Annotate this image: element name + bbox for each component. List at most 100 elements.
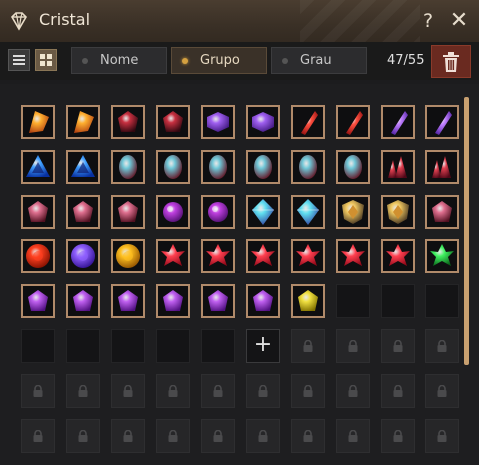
expand-slot-button[interactable]: + (246, 329, 280, 363)
crystal-slot[interactable] (66, 105, 100, 139)
sort-label: Nome (100, 53, 139, 68)
lock-icon (33, 430, 43, 442)
blue-tri-icon (71, 155, 95, 177)
crystal-slot[interactable] (336, 195, 370, 229)
locked-slot (336, 374, 370, 408)
crystal-slot[interactable] (291, 195, 325, 229)
cyan-diamond-icon (252, 199, 274, 225)
crystal-slot[interactable] (156, 195, 190, 229)
crystal-slot[interactable] (291, 150, 325, 184)
crystal-slot[interactable] (21, 239, 55, 273)
grid-view-button[interactable] (35, 49, 57, 71)
lock-icon (303, 430, 313, 442)
empty-slot[interactable] (111, 329, 145, 363)
crystal-slot[interactable] (21, 105, 55, 139)
lock-icon (78, 430, 88, 442)
crystal-slot[interactable] (66, 239, 100, 273)
sort-by-name-button[interactable]: Nome (71, 47, 167, 74)
locked-slot (336, 419, 370, 453)
purple-hex-icon (207, 112, 229, 132)
lock-icon (393, 385, 403, 397)
empty-slot[interactable] (201, 329, 235, 363)
red-star-icon (206, 244, 230, 266)
crystal-slot[interactable] (201, 150, 235, 184)
cyan-egg-icon (254, 155, 272, 179)
empty-slot[interactable] (21, 329, 55, 363)
lock-icon (33, 385, 43, 397)
list-icon (13, 55, 25, 65)
empty-slot[interactable] (66, 329, 100, 363)
sort-by-group-button[interactable]: Grupo (171, 47, 267, 74)
empty-slot[interactable] (336, 284, 370, 318)
crystal-slot[interactable] (381, 150, 415, 184)
crystal-slot[interactable] (381, 105, 415, 139)
crystal-slot[interactable] (291, 284, 325, 318)
crystal-slot[interactable] (156, 239, 190, 273)
crystal-slot[interactable] (111, 150, 145, 184)
empty-slot[interactable] (156, 329, 190, 363)
lock-icon (303, 385, 313, 397)
crystal-slot[interactable] (156, 284, 190, 318)
crystal-slot[interactable] (246, 239, 280, 273)
crystal-slot[interactable] (21, 284, 55, 318)
crystal-slot[interactable] (21, 195, 55, 229)
crystal-slot[interactable] (111, 239, 145, 273)
crystal-slot[interactable] (246, 150, 280, 184)
crystal-slot[interactable] (246, 284, 280, 318)
red-crystal-icon (301, 111, 318, 135)
purple-gem-icon (28, 290, 48, 311)
crystal-slot[interactable] (111, 284, 145, 318)
red-gem-dark-icon (118, 111, 138, 132)
empty-slot[interactable] (425, 284, 459, 318)
crystal-slot[interactable] (66, 195, 100, 229)
trash-icon (443, 52, 459, 72)
crystal-slot[interactable] (291, 239, 325, 273)
crystal-slot[interactable] (66, 284, 100, 318)
purple-gem-icon (253, 290, 273, 311)
crystal-slot[interactable] (336, 239, 370, 273)
crystal-slot[interactable] (336, 105, 370, 139)
crystal-slot[interactable] (381, 239, 415, 273)
locked-slot (201, 374, 235, 408)
crystal-slot[interactable] (425, 195, 459, 229)
red-star-icon (161, 244, 185, 266)
window-title: Cristal (39, 10, 91, 29)
crystal-slot[interactable] (111, 195, 145, 229)
crystal-slot[interactable] (246, 195, 280, 229)
lock-icon (78, 385, 88, 397)
crystal-slot[interactable] (425, 150, 459, 184)
crystal-slot[interactable] (201, 284, 235, 318)
crystal-slot[interactable] (246, 105, 280, 139)
crystal-slot[interactable] (336, 150, 370, 184)
empty-slot[interactable] (381, 284, 415, 318)
green-star-icon (430, 244, 454, 266)
crystal-slot[interactable] (156, 150, 190, 184)
crystal-slot[interactable] (425, 105, 459, 139)
crystal-slot[interactable] (156, 105, 190, 139)
crystal-slot[interactable] (111, 105, 145, 139)
locked-slot (381, 419, 415, 453)
gold-shield-icon (342, 200, 364, 224)
help-button[interactable]: ? (418, 9, 438, 33)
crystal-slot[interactable] (291, 105, 325, 139)
crystal-slot[interactable] (66, 150, 100, 184)
locked-slot (425, 329, 459, 363)
sort-by-grade-button[interactable]: Grau (271, 47, 367, 74)
crystal-slot[interactable] (201, 239, 235, 273)
red-star-icon (251, 244, 275, 266)
lock-icon (393, 340, 403, 352)
list-view-button[interactable] (8, 49, 30, 71)
gold-shield-icon (387, 200, 409, 224)
crystal-slot[interactable] (381, 195, 415, 229)
close-button[interactable]: ✕ (447, 9, 471, 33)
red-gem-dark-icon (163, 111, 183, 132)
scrollbar[interactable] (464, 97, 469, 365)
crystal-slot[interactable] (201, 105, 235, 139)
pink-stone-icon (432, 201, 452, 222)
crystal-slot[interactable] (425, 239, 459, 273)
crystal-slot[interactable] (21, 150, 55, 184)
inventory-count: 47/55 (387, 53, 425, 68)
delete-button[interactable] (431, 45, 471, 78)
lock-icon (303, 340, 313, 352)
crystal-slot[interactable] (201, 195, 235, 229)
